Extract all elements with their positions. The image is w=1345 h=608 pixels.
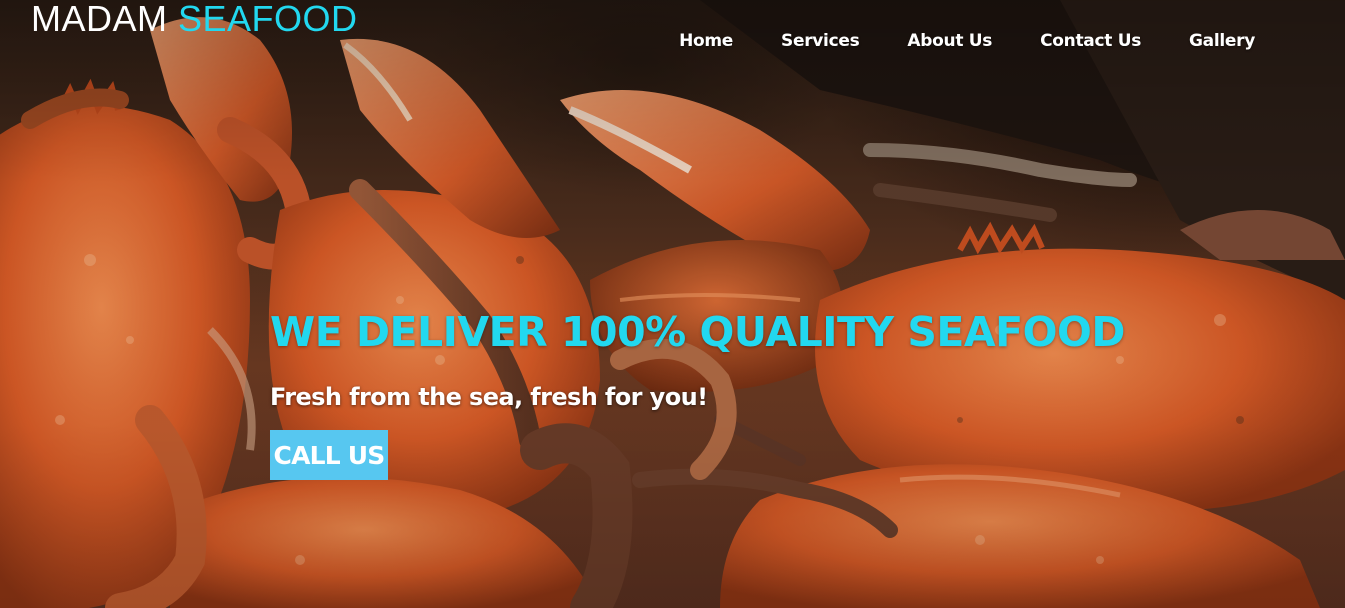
brand-word-1: MADAM [31, 0, 168, 39]
nav-home-link[interactable]: Home [679, 28, 733, 54]
nav-contact-link[interactable]: Contact Us [1040, 28, 1141, 54]
hero-headline: WE DELIVER 100% QUALITY SEAFOOD [270, 308, 1125, 356]
brand-logo[interactable]: MADAM SEAFOOD [31, 0, 358, 41]
main-nav: Home Services About Us Contact Us Galler… [679, 28, 1255, 54]
hero-subheadline: Fresh from the sea, fresh for you! [270, 383, 708, 411]
nav-services-link[interactable]: Services [781, 28, 860, 54]
call-us-button[interactable]: CALL US [270, 430, 388, 480]
nav-about-link[interactable]: About Us [907, 28, 992, 54]
nav-gallery-link[interactable]: Gallery [1189, 28, 1255, 54]
hero-background-image [0, 0, 1345, 608]
image-overlay [0, 0, 1345, 608]
brand-word-2: SEAFOOD [178, 0, 358, 39]
